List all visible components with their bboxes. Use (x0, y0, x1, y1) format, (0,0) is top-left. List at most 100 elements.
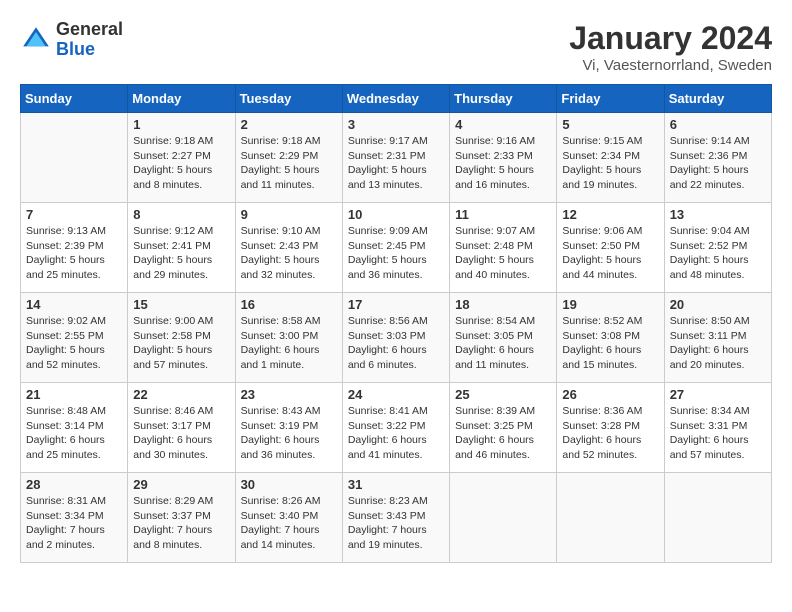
title-block: January 2024 Vi, Vaesternorrland, Sweden (569, 20, 772, 74)
day-info: Sunrise: 8:46 AM Sunset: 3:17 PM Dayligh… (133, 404, 229, 463)
calendar-cell: 6 Sunrise: 9:14 AM Sunset: 2:36 PM Daylig… (664, 113, 771, 203)
calendar-cell (664, 473, 771, 563)
calendar-cell (450, 473, 557, 563)
day-info: Sunrise: 8:48 AM Sunset: 3:14 PM Dayligh… (26, 404, 122, 463)
day-number: 15 (133, 297, 229, 312)
day-info: Sunrise: 8:39 AM Sunset: 3:25 PM Dayligh… (455, 404, 551, 463)
page-header: General Blue January 2024 Vi, Vaesternor… (20, 20, 772, 74)
week-row-4: 21 Sunrise: 8:48 AM Sunset: 3:14 PM Dayli… (21, 383, 772, 473)
day-info: Sunrise: 8:52 AM Sunset: 3:08 PM Dayligh… (562, 314, 658, 373)
day-number: 16 (241, 297, 337, 312)
day-info: Sunrise: 8:54 AM Sunset: 3:05 PM Dayligh… (455, 314, 551, 373)
day-number: 27 (670, 387, 766, 402)
day-number: 10 (348, 207, 444, 222)
weekday-header-row: SundayMondayTuesdayWednesdayThursdayFrid… (21, 85, 772, 113)
day-info: Sunrise: 9:00 AM Sunset: 2:58 PM Dayligh… (133, 314, 229, 373)
day-number: 18 (455, 297, 551, 312)
weekday-header-thursday: Thursday (450, 85, 557, 113)
weekday-header-friday: Friday (557, 85, 664, 113)
day-number: 12 (562, 207, 658, 222)
day-number: 20 (670, 297, 766, 312)
day-info: Sunrise: 9:15 AM Sunset: 2:34 PM Dayligh… (562, 134, 658, 193)
day-info: Sunrise: 8:31 AM Sunset: 3:34 PM Dayligh… (26, 494, 122, 553)
day-number: 24 (348, 387, 444, 402)
day-number: 14 (26, 297, 122, 312)
day-info: Sunrise: 9:09 AM Sunset: 2:45 PM Dayligh… (348, 224, 444, 283)
calendar-cell: 27 Sunrise: 8:34 AM Sunset: 3:31 PM Dayli… (664, 383, 771, 473)
week-row-2: 7Sunrise: 9:13 AM Sunset: 2:39 PM Daylig… (21, 203, 772, 293)
day-number: 19 (562, 297, 658, 312)
calendar-cell: 20 Sunrise: 8:50 AM Sunset: 3:11 PM Dayli… (664, 293, 771, 383)
day-info: Sunrise: 8:56 AM Sunset: 3:03 PM Dayligh… (348, 314, 444, 373)
day-info: Sunrise: 9:07 AM Sunset: 2:48 PM Dayligh… (455, 224, 551, 283)
day-info: Sunrise: 9:02 AM Sunset: 2:55 PM Dayligh… (26, 314, 122, 373)
calendar-cell: 23 Sunrise: 8:43 AM Sunset: 3:19 PM Dayli… (235, 383, 342, 473)
logo-icon (20, 24, 52, 56)
day-number: 2 (241, 117, 337, 132)
calendar-cell: 22Sunrise: 8:46 AM Sunset: 3:17 PM Dayli… (128, 383, 235, 473)
week-row-5: 28 Sunrise: 8:31 AM Sunset: 3:34 PM Dayli… (21, 473, 772, 563)
day-number: 5 (562, 117, 658, 132)
day-number: 6 (670, 117, 766, 132)
weekday-header-wednesday: Wednesday (342, 85, 449, 113)
day-info: Sunrise: 8:58 AM Sunset: 3:00 PM Dayligh… (241, 314, 337, 373)
day-number: 8 (133, 207, 229, 222)
week-row-3: 14 Sunrise: 9:02 AM Sunset: 2:55 PM Dayli… (21, 293, 772, 383)
calendar-cell: 7Sunrise: 9:13 AM Sunset: 2:39 PM Daylig… (21, 203, 128, 293)
calendar-cell: 14 Sunrise: 9:02 AM Sunset: 2:55 PM Dayli… (21, 293, 128, 383)
day-info: Sunrise: 9:14 AM Sunset: 2:36 PM Dayligh… (670, 134, 766, 193)
calendar-table: SundayMondayTuesdayWednesdayThursdayFrid… (20, 84, 772, 563)
calendar-cell: 5 Sunrise: 9:15 AM Sunset: 2:34 PM Daylig… (557, 113, 664, 203)
location-subtitle: Vi, Vaesternorrland, Sweden (569, 57, 772, 74)
day-number: 17 (348, 297, 444, 312)
weekday-header-saturday: Saturday (664, 85, 771, 113)
day-number: 9 (241, 207, 337, 222)
day-info: Sunrise: 8:43 AM Sunset: 3:19 PM Dayligh… (241, 404, 337, 463)
day-info: Sunrise: 8:29 AM Sunset: 3:37 PM Dayligh… (133, 494, 229, 553)
calendar-cell: 13Sunrise: 9:04 AM Sunset: 2:52 PM Dayli… (664, 203, 771, 293)
weekday-header-tuesday: Tuesday (235, 85, 342, 113)
calendar-cell: 12 Sunrise: 9:06 AM Sunset: 2:50 PM Dayli… (557, 203, 664, 293)
calendar-cell: 10 Sunrise: 9:09 AM Sunset: 2:45 PM Dayli… (342, 203, 449, 293)
day-info: Sunrise: 8:23 AM Sunset: 3:43 PM Dayligh… (348, 494, 444, 553)
day-number: 28 (26, 477, 122, 492)
day-number: 29 (133, 477, 229, 492)
day-number: 23 (241, 387, 337, 402)
day-info: Sunrise: 8:50 AM Sunset: 3:11 PM Dayligh… (670, 314, 766, 373)
calendar-cell: 9Sunrise: 9:10 AM Sunset: 2:43 PM Daylig… (235, 203, 342, 293)
day-number: 13 (670, 207, 766, 222)
day-info: Sunrise: 8:36 AM Sunset: 3:28 PM Dayligh… (562, 404, 658, 463)
weekday-header-sunday: Sunday (21, 85, 128, 113)
day-info: Sunrise: 8:34 AM Sunset: 3:31 PM Dayligh… (670, 404, 766, 463)
calendar-cell: 3 Sunrise: 9:17 AM Sunset: 2:31 PM Daylig… (342, 113, 449, 203)
calendar-cell (21, 113, 128, 203)
calendar-cell: 25Sunrise: 8:39 AM Sunset: 3:25 PM Dayli… (450, 383, 557, 473)
day-info: Sunrise: 9:16 AM Sunset: 2:33 PM Dayligh… (455, 134, 551, 193)
calendar-cell: 28 Sunrise: 8:31 AM Sunset: 3:34 PM Dayli… (21, 473, 128, 563)
day-number: 31 (348, 477, 444, 492)
day-info: Sunrise: 9:12 AM Sunset: 2:41 PM Dayligh… (133, 224, 229, 283)
calendar-cell: 11Sunrise: 9:07 AM Sunset: 2:48 PM Dayli… (450, 203, 557, 293)
calendar-cell (557, 473, 664, 563)
logo-text: General Blue (56, 20, 123, 60)
day-number: 3 (348, 117, 444, 132)
calendar-cell: 15 Sunrise: 9:00 AM Sunset: 2:58 PM Dayli… (128, 293, 235, 383)
day-info: Sunrise: 9:18 AM Sunset: 2:29 PM Dayligh… (241, 134, 337, 193)
day-info: Sunrise: 9:06 AM Sunset: 2:50 PM Dayligh… (562, 224, 658, 283)
day-number: 26 (562, 387, 658, 402)
logo: General Blue (20, 20, 123, 60)
month-title: January 2024 (569, 20, 772, 57)
day-info: Sunrise: 9:18 AM Sunset: 2:27 PM Dayligh… (133, 134, 229, 193)
day-info: Sunrise: 9:17 AM Sunset: 2:31 PM Dayligh… (348, 134, 444, 193)
week-row-1: 1Sunrise: 9:18 AM Sunset: 2:27 PM Daylig… (21, 113, 772, 203)
calendar-cell: 1Sunrise: 9:18 AM Sunset: 2:27 PM Daylig… (128, 113, 235, 203)
day-info: Sunrise: 8:41 AM Sunset: 3:22 PM Dayligh… (348, 404, 444, 463)
calendar-cell: 19 Sunrise: 8:52 AM Sunset: 3:08 PM Dayli… (557, 293, 664, 383)
day-number: 21 (26, 387, 122, 402)
calendar-cell: 29 Sunrise: 8:29 AM Sunset: 3:37 PM Dayli… (128, 473, 235, 563)
calendar-cell: 31 Sunrise: 8:23 AM Sunset: 3:43 PM Dayli… (342, 473, 449, 563)
calendar-cell: 18 Sunrise: 8:54 AM Sunset: 3:05 PM Dayli… (450, 293, 557, 383)
weekday-header-monday: Monday (128, 85, 235, 113)
calendar-cell: 30Sunrise: 8:26 AM Sunset: 3:40 PM Dayli… (235, 473, 342, 563)
day-info: Sunrise: 9:13 AM Sunset: 2:39 PM Dayligh… (26, 224, 122, 283)
